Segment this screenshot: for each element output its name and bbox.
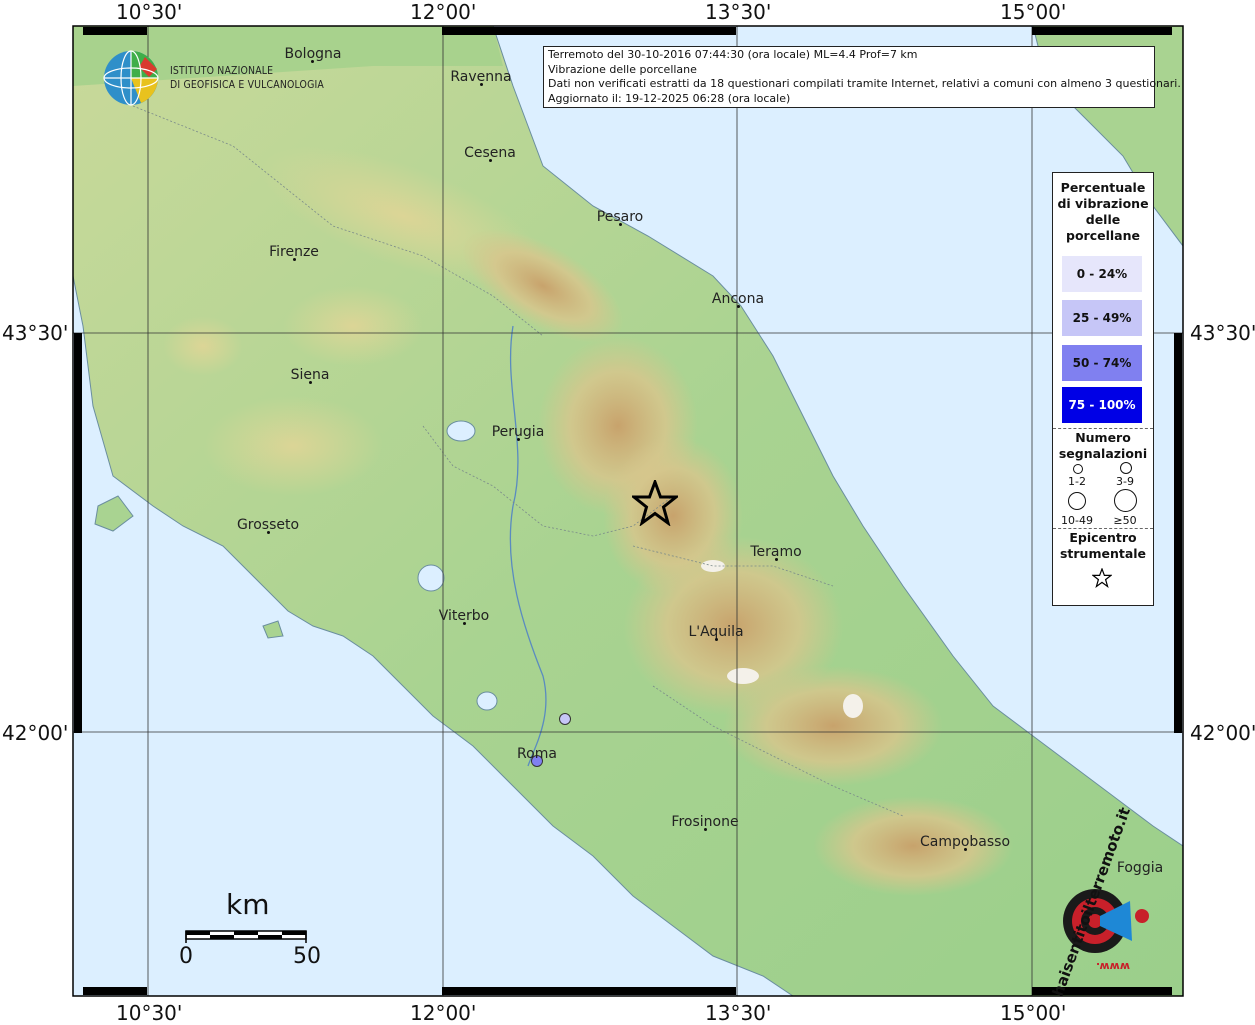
legend-epicenter-title: Epicentro strumentale [1053,530,1153,562]
count-label-10-49: 10-49 [1061,514,1093,527]
legend-class-75-100: 75 - 100% [1062,387,1142,423]
legend-title-line: Percentuale [1060,180,1146,195]
legend-count-title-line: segnalazioni [1058,446,1148,461]
city-dot [964,848,967,851]
info-line-updated: Aggiornato il: 19-12-2025 06:28 (ora loc… [548,91,791,105]
institute-name-line1: ISTITUTO NAZIONALE [170,64,274,77]
lon-label-top-2: 12°00' [410,0,477,24]
count-label-50-plus: ≥50 [1113,514,1137,527]
count-circle-small [1073,464,1083,474]
lon-label-top-1: 10°30' [116,0,183,24]
legend-divider [1053,528,1153,529]
scale-bar [185,930,307,943]
legend-title-line: di vibrazione [1057,196,1149,211]
city-label-roma: Roma [517,746,557,762]
lon-label-top-4: 15°00' [1000,0,1067,24]
lat-label-left-2: 42°00' [2,721,69,745]
scale-max-label: 50 [293,944,321,969]
legend-divider [1053,428,1153,429]
lat-label-right-2: 42°00' [1190,721,1255,745]
legend: Percentuale di vibrazione delle porcella… [1052,172,1154,606]
legend-class-0-24: 0 - 24% [1062,256,1142,292]
legend-epicenter-title-line: strumentale [1059,546,1147,561]
badge-url-prefix: www. [1096,960,1130,973]
city-dot [704,828,707,831]
info-box: Terremoto del 30-10-2016 07:44:30 (ora l… [543,46,1181,108]
count-circle-xlarge [1114,489,1137,512]
lon-label-bottom-3: 13°30' [705,1001,772,1025]
city-dot [489,159,492,162]
ingv-globe-logo [103,50,159,106]
legend-title-line: porcellane [1066,228,1140,243]
city-dot [775,558,778,561]
lon-label-bottom-2: 12°00' [410,1001,477,1025]
scale-unit-label: km [226,888,270,921]
info-line-parameter: Vibrazione delle porcellane [548,62,697,76]
legend-star-icon [1092,568,1112,588]
info-line-data-note: Dati non verificati estratti da 18 quest… [548,77,1181,90]
haisentito-badge[interactable]: haisentitoilterremoto.it www. [1036,805,1176,999]
city-dot [480,83,483,86]
lat-label-left-1: 43°30' [2,321,69,345]
legend-title-line: delle [1085,212,1121,227]
lon-label-top-3: 13°30' [705,0,772,24]
legend-class-50-74: 50 - 74% [1062,345,1142,381]
city-dot [463,622,466,625]
city-dot [293,258,296,261]
city-dot [267,531,270,534]
legend-class-25-49: 25 - 49% [1062,300,1142,336]
institute-name-line2: DI GEOFISICA E VULCANOLOGIA [170,78,325,91]
legend-count-title-line: Numero [1075,430,1131,445]
lon-label-bottom-1: 10°30' [116,1001,183,1025]
count-circle-medium [1120,462,1132,474]
city-dot [517,438,520,441]
lat-label-right-1: 43°30' [1190,321,1255,345]
city-dot [737,305,740,308]
count-label-1-2: 1-2 [1068,475,1086,488]
city-dot [715,638,718,641]
count-label-3-9: 3-9 [1116,475,1134,488]
city-dot [619,223,622,226]
legend-title: Percentuale di vibrazione delle porcella… [1053,180,1153,244]
legend-count-title: Numero segnalazioni [1053,430,1153,462]
count-circle-large [1068,492,1086,510]
city-dot [309,381,312,384]
info-line-event: Terremoto del 30-10-2016 07:44:30 (ora l… [548,48,918,61]
lon-label-bottom-4: 15°00' [1000,1001,1067,1025]
legend-epicenter-title-line: Epicentro [1069,530,1137,545]
city-dot [311,60,314,63]
scale-min-label: 0 [179,944,193,969]
